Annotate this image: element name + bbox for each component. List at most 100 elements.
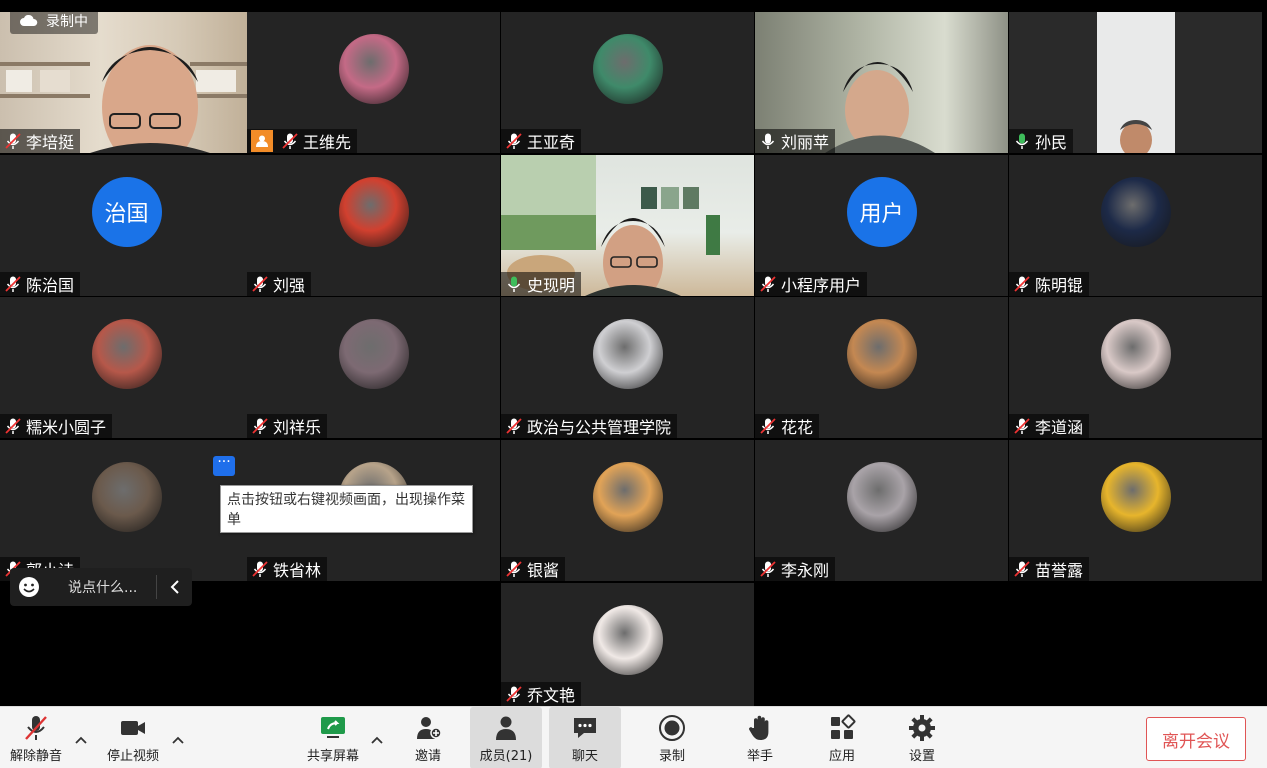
participant-tile[interactable]: ···郭小诗 (0, 440, 253, 581)
unmute-button[interactable]: 解除静音 (4, 707, 68, 768)
mic-muted-icon (1014, 561, 1030, 577)
quick-chat-bar[interactable]: 说点什么... (10, 568, 192, 606)
mic-muted-icon (506, 133, 522, 149)
mic-muted-icon (5, 133, 21, 149)
participant-tile[interactable]: 刘祥乐 (247, 297, 500, 438)
participant-nametag: 苗誉露 (1009, 557, 1090, 581)
mic-muted-icon (760, 418, 776, 434)
chevron-up-icon[interactable] (171, 733, 185, 747)
participant-name: 王维先 (303, 133, 352, 152)
members-button[interactable]: 成员(21) (470, 707, 542, 768)
participant-tile[interactable]: 王亚奇 (501, 12, 754, 153)
mic-muted-icon (1014, 276, 1030, 292)
camera-icon (121, 720, 145, 735)
participant-tile[interactable]: 王维先 (247, 12, 500, 153)
participant-nametag: 陈明锟 (1009, 272, 1090, 296)
avatar (1100, 319, 1171, 389)
gear-icon (909, 714, 935, 741)
avatar-initials: 治国 (104, 202, 149, 227)
participant-name: 刘丽苹 (781, 133, 830, 152)
participant-nametag: 李道涵 (1009, 414, 1090, 438)
participant-name: 陈明锟 (1035, 276, 1084, 295)
avatar-initials: 用户 (859, 202, 904, 227)
record-label: 录制 (658, 748, 685, 764)
chat-label: 聊天 (571, 748, 598, 764)
participant-nametag: 陈治国 (0, 272, 81, 296)
chat-input[interactable]: 说点什么... (48, 577, 156, 597)
participant-nametag: 糯米小圆子 (0, 414, 113, 438)
participant-tile[interactable]: 政治与公共管理学院 (501, 297, 754, 438)
meeting-toolbar: 解除静音 停止视频 共享屏幕 邀请 成员(21) 聊天 录制 举手 应用 设置 … (0, 706, 1267, 768)
record-button[interactable]: 录制 (646, 707, 698, 768)
mic-icon (761, 133, 775, 149)
participant-name: 政治与公共管理学院 (527, 418, 672, 437)
host-badge-icon (251, 130, 273, 152)
participant-tile[interactable]: 孙民 (1009, 12, 1262, 153)
participant-name: 银酱 (527, 561, 560, 580)
participant-tile[interactable]: 刘丽苹 (755, 12, 1008, 153)
settings-label: 设置 (908, 748, 935, 764)
participant-nametag: 王亚奇 (501, 129, 582, 153)
participant-nametag: 小程序用户 (755, 272, 868, 296)
avatar (91, 462, 162, 532)
more-options-button[interactable]: ··· (213, 455, 235, 476)
participant-tile[interactable]: 乔文艳 (501, 583, 754, 706)
participant-nametag: 花花 (755, 414, 820, 438)
chevron-left-icon[interactable] (156, 575, 192, 599)
raise-hand-button[interactable]: 举手 (734, 707, 786, 768)
stop-video-button[interactable]: 停止视频 (100, 707, 166, 768)
chevron-up-icon[interactable] (74, 733, 88, 747)
participant-tile[interactable]: 糯米小圆子 (0, 297, 253, 438)
participant-tile[interactable]: 治国陈治国 (0, 155, 253, 296)
participant-tile[interactable]: 苗誉露 (1009, 440, 1262, 581)
leave-meeting-button[interactable]: 离开会议 (1146, 717, 1246, 761)
chat-button[interactable]: 聊天 (549, 707, 621, 768)
avatar (592, 319, 663, 389)
mic-muted-icon (5, 276, 21, 292)
invite-button[interactable]: 邀请 (402, 707, 454, 768)
mic-icon (1015, 133, 1029, 149)
participant-tile[interactable]: 李永刚 (755, 440, 1008, 581)
mic-muted-icon (252, 418, 268, 434)
hand-icon (749, 715, 769, 740)
avatar (91, 319, 162, 389)
participant-nametag: 政治与公共管理学院 (501, 414, 678, 438)
participant-tile[interactable]: 史现明 (501, 155, 754, 296)
participant-name: 李培挺 (26, 133, 75, 152)
participant-name: 孙民 (1035, 133, 1068, 152)
participant-nametag: 铁省林 (247, 557, 328, 581)
participant-nametag: 孙民 (1009, 129, 1074, 153)
participant-name: 王亚奇 (527, 133, 576, 152)
avatar: 用户 (846, 177, 917, 247)
participant-tile[interactable]: 银酱 (501, 440, 754, 581)
cloud-icon (20, 15, 38, 26)
participant-name: 铁省林 (273, 561, 322, 580)
participant-tile[interactable]: 李道涵 (1009, 297, 1262, 438)
apps-button[interactable]: 应用 (816, 707, 868, 768)
participant-tile[interactable]: 用户小程序用户 (755, 155, 1008, 296)
avatar (592, 605, 663, 675)
participant-name: 李道涵 (1035, 418, 1084, 437)
avatar: 治国 (91, 177, 162, 247)
share-screen-button[interactable]: 共享屏幕 (300, 707, 366, 768)
participant-tile[interactable]: 陈明锟 (1009, 155, 1262, 296)
settings-button[interactable]: 设置 (896, 707, 948, 768)
participant-name: 小程序用户 (781, 276, 862, 295)
mic-muted-icon (282, 133, 298, 149)
mic-muted-icon (506, 686, 522, 702)
participant-nametag: 银酱 (501, 557, 566, 581)
participant-tile[interactable]: 刘强 (247, 155, 500, 296)
invite-label: 邀请 (414, 748, 441, 764)
mic-muted-icon (1014, 418, 1030, 434)
emoji-icon[interactable] (10, 576, 48, 598)
participant-nametag: 王维先 (247, 129, 358, 153)
chevron-up-icon[interactable] (370, 733, 384, 747)
avatar (338, 319, 409, 389)
participant-tile[interactable]: 花花 (755, 297, 1008, 438)
mic-muted-icon (760, 276, 776, 292)
members-label: 成员(21) (479, 748, 533, 764)
participant-nametag: 李永刚 (755, 557, 836, 581)
avatar (338, 34, 409, 104)
raise-hand-label: 举手 (746, 748, 773, 764)
mic-muted-icon (506, 561, 522, 577)
